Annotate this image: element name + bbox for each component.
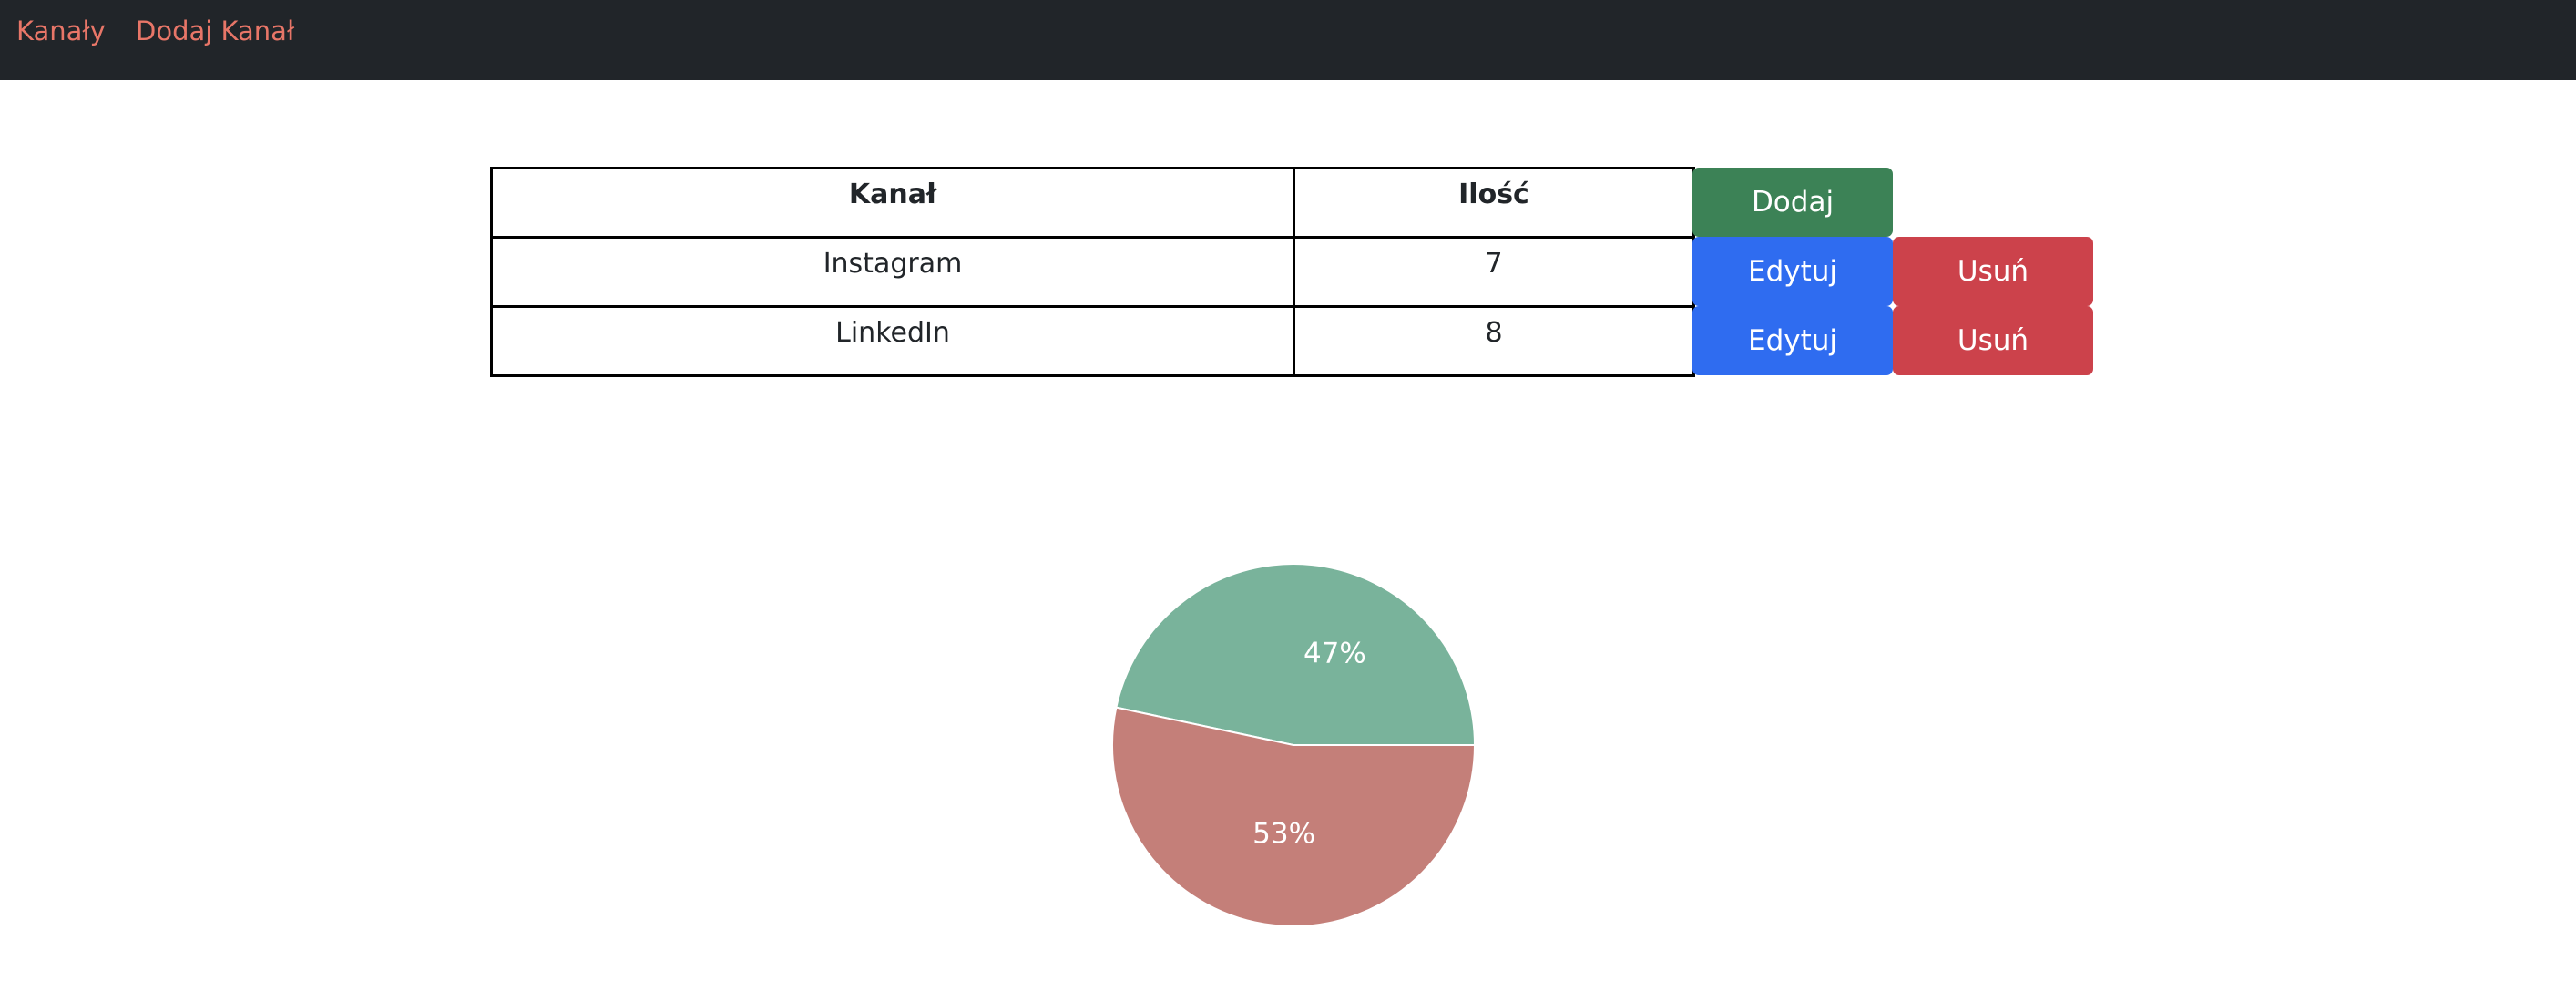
delete-button-linkedin[interactable]: Usuń (1893, 306, 2093, 375)
header-ilosc: Ilość (1293, 167, 1695, 239)
channels-table: Kanał Ilość Instagram 7 LinkedIn 8 (490, 167, 1695, 377)
table-row: LinkedIn 8 (490, 305, 1695, 377)
nav-link-kanaly[interactable]: Kanały (16, 13, 106, 49)
table-row: Instagram 7 (490, 236, 1695, 308)
table-header-row: Kanał Ilość (490, 167, 1695, 239)
edit-button-linkedin[interactable]: Edytuj (1692, 306, 1893, 375)
cell-ilosc: 7 (1293, 236, 1695, 308)
navbar: Kanały Dodaj Kanał (0, 0, 2576, 80)
cell-ilosc: 8 (1293, 305, 1695, 377)
pie-label-instagram: 47% (1303, 638, 1366, 670)
add-button[interactable]: Dodaj (1692, 168, 1893, 237)
pie-chart-container: 47% 53% (1102, 554, 1485, 936)
pie-chart: 47% 53% (1111, 563, 1477, 927)
nav-link-dodaj-kanal[interactable]: Dodaj Kanał (136, 13, 294, 49)
header-kanal: Kanał (490, 167, 1295, 239)
pie-label-linkedin: 53% (1252, 817, 1315, 850)
pie-slice-instagram (1115, 563, 1477, 746)
edit-button-instagram[interactable]: Edytuj (1692, 237, 1893, 306)
cell-kanal: Instagram (490, 236, 1295, 308)
cell-kanal: LinkedIn (490, 305, 1295, 377)
delete-button-instagram[interactable]: Usuń (1893, 237, 2093, 306)
